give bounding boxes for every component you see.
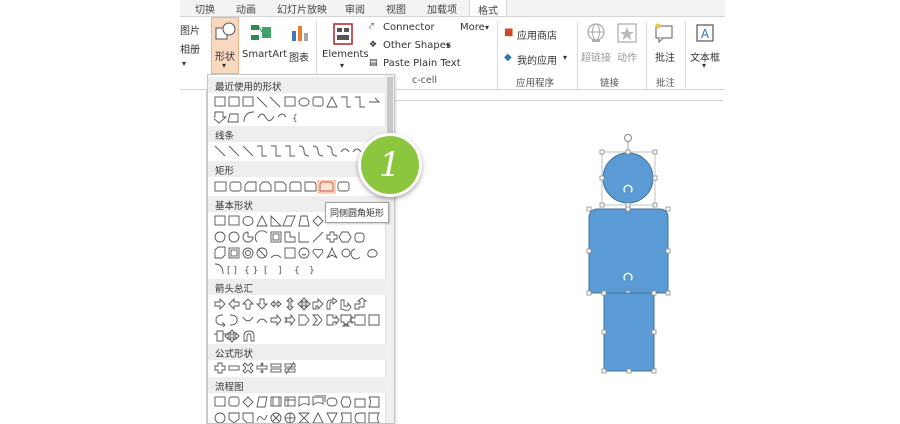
equation-row[interactable] [214,361,394,375]
other-shapes-icon: ❖ [369,40,378,50]
basic-shapes-row-3[interactable] [214,246,394,260]
section-flowchart: 流程图 [208,377,386,393]
recent-shapes-icon[interactable] [214,95,394,109]
chart-label[interactable]: 图表 [289,49,309,64]
svg-text:A: A [701,27,710,41]
svg-text:{: { [294,266,300,276]
basic-shapes-icon[interactable] [214,230,394,244]
slide-shapes-canvas[interactable] [575,128,685,378]
arrows-row-1[interactable] [214,297,394,311]
hyperlink-button[interactable]: 超链接 [581,49,611,64]
connector-button[interactable]: Connector [383,22,435,33]
flowchart-icon[interactable] [214,395,394,409]
chart-icon[interactable] [290,23,310,43]
partial-button-mid[interactable]: 相册 [180,41,200,56]
my-apps-icon: ◆ [504,52,512,63]
svg-text:}: } [309,266,315,276]
more-button[interactable]: More [460,22,485,33]
basic-shapes-icon[interactable] [214,246,394,260]
separator [577,21,578,91]
basic-shapes-icon[interactable]: [ ] { } [] {} [214,262,394,276]
app-store-icon: ■ [504,27,514,38]
section-lines: 线条 [208,126,386,142]
shapes-gallery: 最近使用的形状 { 线条 矩形 基本形状 [] {} [] {} 箭头总… [207,74,395,424]
block-arrows-icon[interactable] [214,329,394,343]
legs-rectangle-shape[interactable] [603,292,655,372]
elements-dropdown-icon[interactable]: ▾ [340,61,344,70]
comment-button[interactable]: 批注 [655,49,675,64]
hyperlink-icon[interactable] [586,23,606,45]
other-shapes-button[interactable]: Other Shapes [383,40,451,51]
tab-format[interactable]: 格式 [469,0,507,17]
flowchart-row-2[interactable] [214,411,394,424]
more-dropdown-icon[interactable]: ▾ [485,23,489,32]
paste-plain-text-button[interactable]: Paste Plain Text [383,58,461,69]
section-equation-shapes: 公式形状 [208,344,386,360]
arrows-row-2[interactable] [214,313,394,327]
arrows-row-3[interactable] [214,329,394,343]
svg-text:[ ]: [ ] [227,266,237,276]
action-button[interactable]: 动作 [617,49,637,64]
my-apps-button[interactable]: 我的应用 [517,52,557,67]
elements-label[interactable]: Elements [322,49,369,60]
basic-shapes-row-4[interactable]: [ ] { } [] {} [214,262,394,276]
recent-shapes-row-2[interactable]: { [214,110,394,124]
textbox-icon[interactable]: A [695,23,715,43]
app-store-button[interactable]: 应用商店 [517,27,557,42]
head-circle-shape[interactable] [602,152,654,204]
shapes-dropdown-icon: ▾ [222,61,227,70]
elements-icon[interactable] [333,23,353,45]
svg-text:{ }: { } [244,266,258,276]
paste-icon: ▤ [369,58,378,68]
rotate-handle-icon[interactable] [624,134,632,142]
block-arrows-icon[interactable] [214,297,394,311]
group-label-apps: 应用程序 [516,78,555,89]
shapes-button[interactable]: 形状 ▾ [211,17,239,74]
section-recent-shapes: 最近使用的形状 [208,77,386,93]
flowchart-row-1[interactable] [214,395,394,409]
section-block-arrows: 箭头总汇 [208,279,386,295]
other-shapes-dropdown-icon[interactable]: ▾ [446,41,450,50]
partial-dropdown-icon[interactable]: ▾ [182,59,186,68]
tab-animations[interactable]: 动画 [236,1,256,16]
group-label-cell: c-cell [412,75,437,86]
textbox-dropdown-icon[interactable]: ▾ [702,61,706,70]
action-icon[interactable] [617,23,637,43]
tab-review[interactable]: 审阅 [345,1,365,16]
shapes-icon [215,22,236,40]
svg-text:[: [ [264,266,268,276]
smartart-icon[interactable] [250,23,272,43]
shape-tooltip: 同侧圆角矩形 [325,202,390,223]
separator [646,21,647,91]
tab-transitions[interactable]: 切换 [195,1,215,16]
smartart-label[interactable]: SmartArt [242,49,287,60]
step-number-badge: 1 [358,133,422,197]
equation-shapes-icon[interactable] [214,361,394,375]
recent-shapes-icon[interactable]: { [214,110,394,124]
tab-slideshow[interactable]: 幻灯片放映 [277,1,327,16]
my-apps-dropdown-icon[interactable]: ▾ [563,53,567,62]
block-arrows-icon[interactable] [214,313,394,327]
body-round-same-side-rectangle-shape[interactable] [588,208,669,294]
slide-top-edge [395,100,723,101]
recent-shapes-row[interactable] [214,95,394,109]
separator [497,21,498,91]
tab-addins[interactable]: 加载项 [427,1,457,16]
tab-view[interactable]: 视图 [386,1,406,16]
flowchart-icon[interactable] [214,411,394,424]
basic-shapes-row-2[interactable] [214,230,394,244]
comment-icon[interactable] [654,23,674,43]
group-label-links: 链接 [600,78,620,89]
thumbnail-pane-edge[interactable] [180,90,207,424]
group-label-comments: 批注 [656,78,676,89]
connector-icon: ⤤ [369,22,375,32]
svg-text:]: ] [278,266,282,276]
svg-text:{: { [292,114,298,124]
ribbon-tab-bar: 切换 动画 幻灯片放映 审阅 视图 加载项 格式 [180,0,725,17]
partial-button-top[interactable]: 图片 [180,22,200,37]
separator [685,21,686,91]
